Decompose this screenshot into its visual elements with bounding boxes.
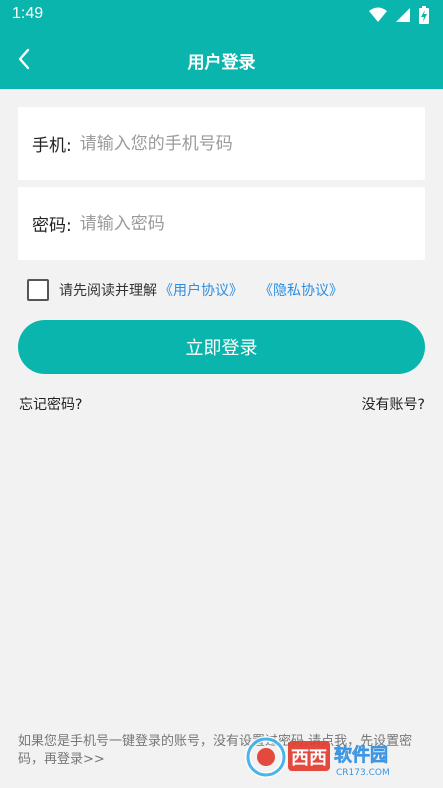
status-time: 1:49 — [12, 5, 44, 22]
watermark-brand-a: 西西 — [291, 748, 327, 769]
privacy-agreement-link[interactable]: 《隐私协议》 — [259, 280, 343, 300]
password-field[interactable]: 密码: — [18, 187, 425, 260]
agreement-checkbox[interactable] — [27, 279, 49, 301]
login-screen: 1:49 用户登录 手机: 请输入您的手机号码 密码: 请先阅读并理解 《用户协… — [0, 0, 443, 788]
phone-field[interactable]: 手机: — [18, 107, 425, 180]
status-bar: 1:49 — [0, 0, 443, 32]
watermark-domain: CR173.COM — [336, 768, 390, 778]
login-button[interactable]: 立即登录 — [18, 320, 425, 374]
password-label: 密码: — [32, 216, 72, 236]
wifi-icon — [369, 7, 387, 23]
phone-input[interactable] — [79, 133, 380, 154]
battery-charging-icon — [419, 6, 429, 24]
signal-icon — [395, 7, 411, 23]
phone-label: 手机: — [32, 136, 72, 156]
app-header: 1:49 用户登录 — [0, 0, 443, 89]
watermark-brand-b: 软件园 — [334, 744, 388, 766]
register-link[interactable]: 没有账号? — [362, 394, 425, 414]
agreement-row: 请先阅读并理解 《用户协议》 《隐私协议》 — [27, 278, 343, 302]
nav-bar: 用户登录 — [0, 32, 443, 89]
user-agreement-link[interactable]: 《用户协议》 — [159, 280, 243, 300]
watermark-logo: 西西 软件园 CR173.COM — [245, 736, 390, 778]
page-title: 用户登录 — [187, 53, 256, 73]
agreement-text: 请先阅读并理解 — [59, 283, 157, 299]
status-icons — [369, 6, 429, 24]
password-input[interactable] — [79, 213, 380, 234]
forgot-password-link[interactable]: 忘记密码? — [19, 394, 82, 414]
